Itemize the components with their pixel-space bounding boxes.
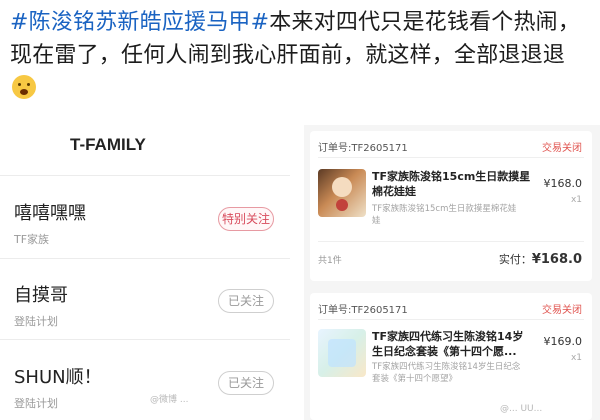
item-count: 共1件	[318, 256, 342, 266]
divider	[318, 241, 584, 242]
post-text: #陈浚铭苏新皓应援马甲#本来对四代只是花钱看个热闹，现在雷了，任何人闹到我心肝面…	[10, 6, 590, 105]
divider	[318, 157, 584, 158]
paid-total: 实付：¥168.0	[499, 251, 582, 267]
account-group: 登陆计划	[14, 315, 58, 328]
paid-label: 实付：	[498, 253, 532, 266]
divider	[0, 175, 290, 176]
product-title[interactable]: TF家族四代练习生陈浚铭14岁生日纪念套装《第十四个愿...	[372, 329, 532, 359]
order-number: 订单号:TF2605171	[318, 305, 408, 316]
product-spec: TF家族陈浚铭15cm生日款摸星棉花娃娃	[372, 204, 517, 226]
scared-face-emoji-icon	[12, 75, 36, 99]
product-thumbnail[interactable]	[318, 169, 366, 217]
order-status: 交易关闭	[542, 143, 582, 154]
follow-list-screenshot: T-FAMILY 嘻嘻嘿嘿 TF家族 特别关注 自摸哥 登陆计划 已关注 SHU…	[0, 125, 290, 420]
account-group: TF家族	[14, 233, 50, 246]
followed-button[interactable]: 已关注	[218, 289, 274, 313]
orders-screenshot: 订单号:TF2605171 交易关闭 TF家族陈浚铭15cm生日款摸星棉花娃娃 …	[304, 125, 600, 420]
special-follow-button[interactable]: 特别关注	[218, 207, 274, 231]
product-quantity: x1	[570, 353, 582, 363]
divider	[0, 258, 290, 259]
follow-item[interactable]: 嘻嘻嘿嘿 TF家族 特别关注	[14, 199, 280, 247]
watermark-center: @微博 ...	[150, 395, 189, 405]
product-price: ¥169.0	[543, 335, 583, 348]
divider	[318, 319, 584, 320]
follow-list-title: T-FAMILY	[70, 135, 146, 154]
order-status: 交易关闭	[542, 305, 582, 316]
order-card[interactable]: 订单号:TF2605171 交易关闭 TF家族陈浚铭15cm生日款摸星棉花娃娃 …	[310, 131, 592, 281]
followed-button[interactable]: 已关注	[218, 371, 274, 395]
order-number: 订单号:TF2605171	[318, 143, 408, 154]
product-quantity: x1	[570, 195, 582, 205]
product-title[interactable]: TF家族陈浚铭15cm生日款摸星棉花娃娃	[372, 169, 532, 199]
paid-amount: ¥168.0	[531, 252, 582, 267]
hashtag-link[interactable]: #陈浚铭苏新皓应援马甲#	[10, 10, 269, 35]
watermark-corner: @... UU...	[500, 404, 543, 414]
product-spec: TF家族四代练习生陈浚铭14岁生日纪念套装《第十四个愿望》	[372, 362, 521, 384]
order-card[interactable]: 订单号:TF2605171 交易关闭 TF家族四代练习生陈浚铭14岁生日纪念套装…	[310, 293, 592, 420]
product-price: ¥168.0	[543, 177, 583, 190]
account-group: 登陆计划	[14, 397, 58, 410]
follow-item[interactable]: SHUN顺！ 登陆计划 已关注	[14, 363, 280, 411]
follow-item[interactable]: 自摸哥 登陆计划 已关注	[14, 281, 280, 329]
product-thumbnail[interactable]	[318, 329, 366, 377]
divider	[0, 339, 290, 340]
